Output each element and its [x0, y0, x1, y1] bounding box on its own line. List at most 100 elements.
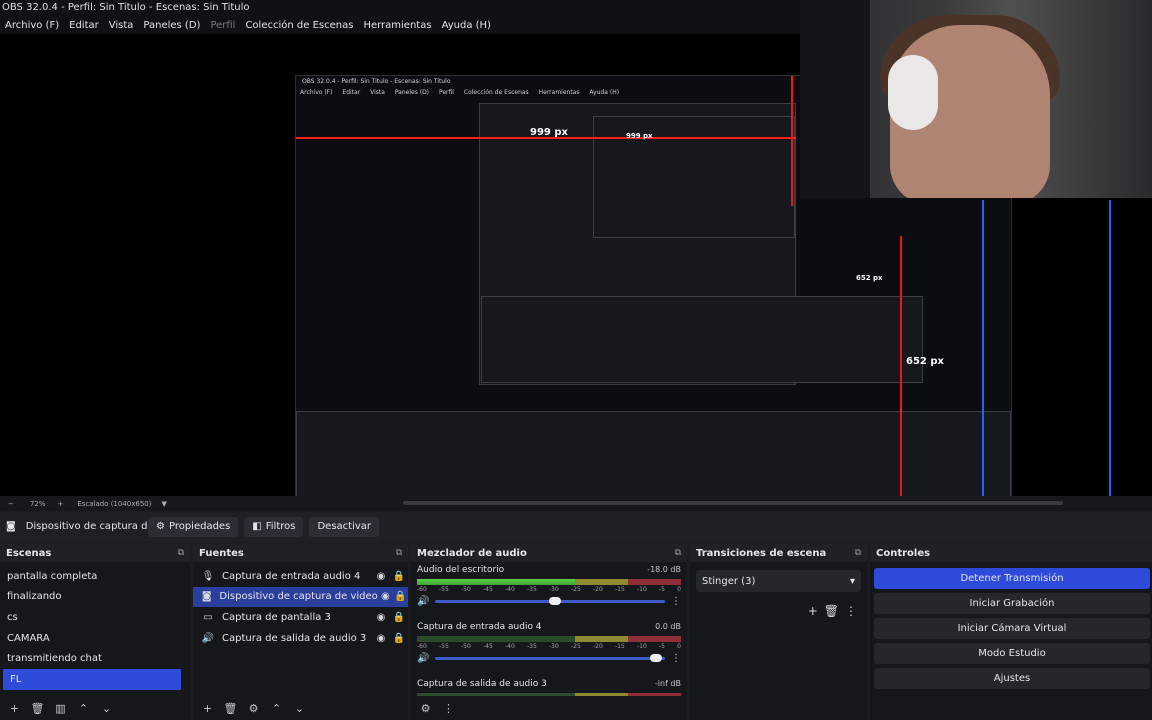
mixer-channel-menu-icon[interactable]: ⋮ [671, 653, 681, 664]
meter-tick-label: -45 [483, 643, 493, 650]
move-up-icon[interactable]: ⌃ [266, 702, 287, 715]
nested-menu-item: Paneles (D) [394, 89, 430, 96]
meter-yellow-segment [575, 636, 629, 642]
controls-header: Controles [870, 544, 1152, 562]
volume-slider-handle[interactable] [548, 596, 561, 605]
mixer-channel-name: Captura de entrada audio 4 [417, 622, 542, 632]
undock-icon[interactable]: ⧉ [178, 548, 184, 558]
measure-label-999-small: 999 px [626, 132, 653, 140]
scene-item[interactable]: cs [0, 607, 190, 628]
mixer-channel-db: -18.0 dB [647, 565, 681, 574]
scene-filters-icon[interactable]: ▥ [50, 702, 71, 715]
delete-scene-icon[interactable]: 🗑 [27, 702, 48, 715]
add-source-icon[interactable]: + [197, 702, 218, 715]
speaker-icon[interactable]: 🔊 [417, 596, 429, 607]
mixer-channel-menu-icon[interactable]: ⋮ [671, 596, 681, 607]
add-scene-icon[interactable]: + [4, 702, 25, 715]
undock-icon[interactable]: ⧉ [675, 548, 681, 558]
meter-tick-label: -5 [659, 586, 665, 593]
meter-tick-label: -20 [593, 643, 603, 650]
volume-slider[interactable] [435, 596, 665, 605]
visibility-eye-icon[interactable]: ◉ [372, 612, 390, 623]
scene-item[interactable]: transmitiendo chat [0, 648, 190, 669]
start-recording-button[interactable]: Iniciar Grabación [874, 593, 1150, 614]
gear-icon: ⚙ [156, 521, 165, 532]
nested-menu-item: Herramientas [538, 89, 580, 96]
nested-preview-level-3 [593, 116, 795, 238]
source-item[interactable]: 🎙 Captura de entrada audio 4 ◉ 🔒 [193, 566, 408, 587]
menu-coleccion-escenas[interactable]: Colección de Escenas [245, 20, 353, 31]
scene-item[interactable]: pantalla completa [0, 566, 190, 587]
meter-tick-label: -10 [637, 643, 647, 650]
menu-ayuda[interactable]: Ayuda (H) [442, 20, 491, 31]
settings-button[interactable]: Ajustes [874, 668, 1150, 689]
mixer-channel-header: Captura de entrada audio 4 0.0 dB [417, 622, 681, 634]
nested-menu-item: Vista [370, 89, 385, 96]
menu-perfil[interactable]: Perfil [210, 20, 235, 31]
move-down-icon[interactable]: ⌄ [289, 702, 310, 715]
scaling-dropdown-icon[interactable]: ▼ [162, 500, 167, 508]
mixer-channel-header: Captura de salida de audio 3 -inf dB [417, 679, 681, 691]
scene-item[interactable]: finalizando [0, 587, 190, 608]
scene-item[interactable]: CAMARA [0, 628, 190, 649]
lock-icon[interactable]: 🔒 [393, 591, 408, 602]
volume-control: 🔊 ⋮ [417, 652, 681, 664]
lock-icon[interactable]: 🔒 [390, 612, 408, 623]
properties-button[interactable]: ⚙ Propiedades [148, 516, 239, 537]
mixer-menu-icon[interactable]: ⋮ [438, 702, 459, 715]
undock-icon[interactable]: ⧉ [396, 548, 402, 558]
nested-menu: Archivo (F) Editar Vista Paneles (D) Per… [300, 89, 627, 96]
visibility-eye-icon[interactable]: ◉ [372, 633, 390, 644]
scene-item-selected[interactable]: FL [3, 668, 181, 690]
volume-slider-handle[interactable] [649, 653, 662, 662]
speaker-icon[interactable]: 🔊 [417, 653, 429, 664]
nested-menu-item: Colección de Escenas [463, 89, 529, 96]
filters-button[interactable]: ◧ Filtros [244, 516, 304, 537]
volume-slider[interactable] [435, 653, 665, 662]
start-virtual-camera-button[interactable]: Iniciar Cámara Virtual [874, 618, 1150, 639]
visibility-eye-icon[interactable]: ◉ [378, 591, 393, 602]
menu-editar[interactable]: Editar [69, 20, 99, 31]
menu-paneles[interactable]: Paneles (D) [143, 20, 200, 31]
lock-icon[interactable]: 🔒 [390, 633, 408, 644]
transition-menu-icon[interactable]: ⋮ [845, 604, 857, 618]
transition-select[interactable]: Stinger (3) ▾ [696, 570, 861, 592]
studio-mode-button[interactable]: Modo Estudio [874, 643, 1150, 664]
mixer-channels: Audio del escritorio -18.0 dB -60 -55 -50 -45… [411, 562, 687, 696]
meter-tick-label: -50 [461, 643, 471, 650]
audio-level-meter [417, 636, 681, 642]
mixer-channel: Audio del escritorio -18.0 dB -60 -55 -50 -45… [411, 565, 687, 619]
source-item[interactable]: ▭ Captura de pantalla 3 ◉ 🔒 [193, 607, 408, 628]
lock-icon[interactable]: 🔒 [390, 571, 408, 582]
source-properties-icon[interactable]: ⚙ [243, 702, 264, 715]
move-up-icon[interactable]: ⌃ [73, 702, 94, 715]
menu-vista[interactable]: Vista [109, 20, 134, 31]
zoom-in-button[interactable]: + [57, 500, 63, 508]
measure-line-vertical [791, 76, 793, 206]
deactivate-button[interactable]: Desactivar [309, 516, 380, 537]
move-down-icon[interactable]: ⌄ [96, 702, 117, 715]
zoom-out-button[interactable]: − [8, 500, 14, 508]
source-item-selected[interactable]: ◙ Dispositivo de captura de video ◉ 🔒 [193, 586, 408, 608]
delete-transition-icon[interactable]: 🗑 [824, 604, 839, 618]
meter-yellow-segment [575, 579, 629, 585]
delete-source-icon[interactable]: 🗑 [220, 702, 241, 715]
source-item[interactable]: 🔊 Captura de salida de audio 3 ◉ 🔒 [193, 628, 408, 649]
preview-scrollbar[interactable] [403, 501, 1063, 505]
menu-archivo[interactable]: Archivo (F) [5, 20, 59, 31]
source-label: Captura de salida de audio 3 [222, 632, 367, 644]
volume-control: 🔊 ⋮ [417, 595, 681, 607]
stop-streaming-button[interactable]: Detener Transmisión [874, 568, 1150, 589]
scenes-header: Escenas ⧉ [0, 544, 190, 562]
sources-list: 🎙 Captura de entrada audio 4 ◉ 🔒 ◙ Dispo… [193, 562, 408, 648]
advanced-audio-icon[interactable]: ⚙ [415, 702, 436, 715]
filter-icon: ◧ [252, 521, 262, 532]
menu-herramientas[interactable]: Herramientas [363, 20, 431, 31]
mixer-header: Mezclador de audio ⧉ [411, 544, 687, 562]
scenes-list: pantalla completa finalizando cs CAMARA … [0, 562, 190, 690]
visibility-eye-icon[interactable]: ◉ [372, 571, 390, 582]
add-transition-icon[interactable]: + [808, 604, 818, 618]
guide-line-vertical-2 [982, 200, 984, 496]
undock-icon[interactable]: ⧉ [855, 548, 861, 558]
meter-green-segment [417, 579, 576, 585]
